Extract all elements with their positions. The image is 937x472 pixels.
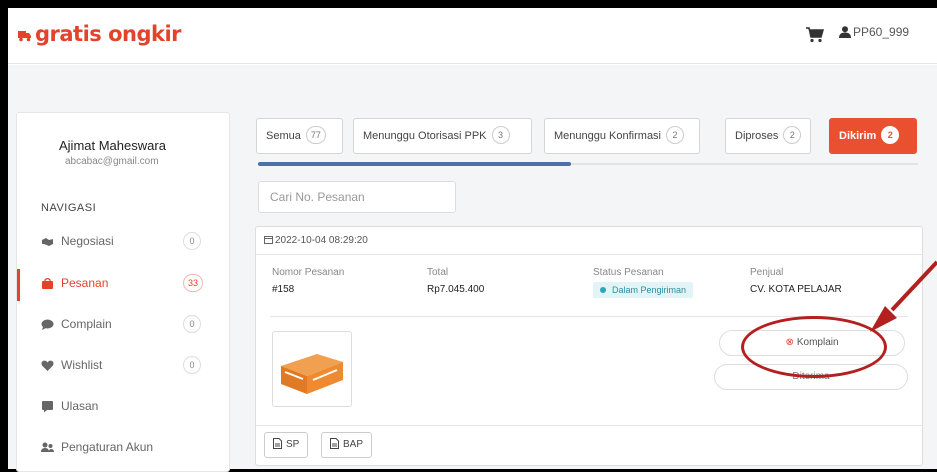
nav-title: NAVIGASI	[41, 202, 97, 214]
order-total-block: Total Rp7.045.400	[427, 267, 484, 295]
sidebar-item-label: Ulasan	[61, 399, 99, 413]
product-box-image	[281, 354, 343, 394]
bap-label: BAP	[343, 439, 364, 450]
order-status-block: Status Pesanan Dalam Pengiriman	[593, 267, 694, 298]
user-icon	[839, 26, 851, 38]
document-icon	[273, 438, 282, 449]
divider	[256, 425, 922, 426]
sidebar-item-label: Pengaturan Akun	[61, 440, 154, 454]
users-icon	[41, 442, 54, 452]
tab-label: Diproses	[735, 130, 779, 142]
divider	[270, 316, 908, 317]
sp-label: SP	[286, 439, 300, 450]
document-icon	[330, 438, 339, 449]
komplain-label: Komplain	[796, 337, 839, 348]
truck-icon	[18, 31, 31, 42]
seller-block: Penjual CV. KOTA PELAJAR	[750, 267, 842, 295]
tab-label: Menunggu Konfirmasi	[554, 130, 662, 142]
bag-icon	[42, 277, 53, 289]
tab-count: 77	[305, 126, 326, 144]
sidebar-item-pesanan[interactable]: Pesanan 33	[17, 265, 231, 305]
count-badge: 0	[183, 232, 201, 250]
username: PP60_999	[853, 25, 910, 39]
status-text: Dalam Pengiriman	[612, 285, 687, 295]
confirm-received-label: Diterima	[792, 371, 830, 382]
tab-label: Semua	[266, 130, 301, 142]
sidebar-item-wishlist[interactable]: Wishlist 0	[17, 347, 231, 387]
order-number: #158	[272, 284, 295, 295]
tab-count: 2	[783, 126, 802, 144]
close-circle-icon: ⊗	[785, 337, 794, 348]
tab-dikirim[interactable]: Dikirim 2	[829, 118, 917, 154]
seller-label: Penjual	[750, 267, 784, 278]
chat-icon	[41, 319, 54, 330]
status-badge: Dalam Pengiriman	[593, 282, 694, 298]
count-badge: 33	[183, 274, 204, 292]
bap-document-button[interactable]: BAP	[321, 432, 373, 458]
komplain-button[interactable]: ⊗ Komplain	[719, 330, 905, 356]
tab-diproses[interactable]: Diproses 2	[725, 118, 811, 154]
tab-count: 2	[881, 126, 900, 144]
count-badge: 0	[183, 315, 201, 333]
status-dot-icon	[600, 287, 606, 293]
cart-icon[interactable]	[806, 27, 824, 43]
product-thumbnail[interactable]	[272, 331, 352, 407]
sidebar-item-label: Wishlist	[61, 358, 103, 372]
confirm-received-button[interactable]: Diterima	[714, 364, 908, 390]
order-date-header: 2022-10-04 08:29:20	[256, 227, 922, 255]
tab-menunggu-otorisasi-ppk[interactable]: Menunggu Otorisasi PPK 3	[353, 118, 532, 154]
count-badge: 0	[183, 356, 201, 374]
order-card: 2022-10-04 08:29:20 Nomor Pesanan #158 T…	[255, 226, 923, 466]
sidebar-item-label: Complain	[61, 317, 112, 331]
order-status-label: Status Pesanan	[593, 267, 664, 278]
search-order-input[interactable]	[258, 181, 456, 213]
sidebar-item-complain[interactable]: Complain 0	[17, 306, 231, 346]
order-total-label: Total	[427, 267, 449, 278]
logo-text: gratis ongkir	[35, 22, 182, 46]
user-name: Ajimat Maheswara	[59, 138, 166, 153]
heart-icon	[41, 360, 54, 371]
review-icon	[42, 401, 53, 413]
sp-document-button[interactable]: SP	[264, 432, 309, 458]
logo[interactable]: gratis ongkir	[18, 22, 182, 46]
tab-label: Dikirim	[839, 130, 877, 142]
top-navbar: gratis ongkir PP60_999	[8, 8, 937, 64]
sidebar-item-ulasan[interactable]: Ulasan	[17, 388, 231, 428]
tab-count: 3	[491, 126, 510, 144]
user-menu[interactable]: PP60_999	[839, 25, 909, 39]
sidebar-item-negosiasi[interactable]: Negosiasi 0	[17, 223, 231, 263]
seller-name: CV. KOTA PELAJAR	[750, 284, 842, 295]
tab-label: Menunggu Otorisasi PPK	[363, 130, 487, 142]
order-number-label: Nomor Pesanan	[272, 267, 345, 278]
tab-semua[interactable]: Semua 77	[256, 118, 343, 154]
tab-indicator-track	[258, 162, 918, 166]
order-date: 2022-10-04 08:29:20	[275, 235, 368, 246]
handshake-icon	[42, 238, 53, 246]
order-total: Rp7.045.400	[427, 284, 485, 295]
order-number-block: Nomor Pesanan #158	[272, 267, 344, 295]
sidebar: Ajimat Maheswara abcabac@gmail.com NAVIG…	[16, 112, 230, 472]
tab-menunggu-konfirmasi[interactable]: Menunggu Konfirmasi 2	[544, 118, 700, 154]
sidebar-item-pengaturan-akun[interactable]: Pengaturan Akun	[17, 429, 231, 469]
user-email: abcabac@gmail.com	[65, 156, 159, 167]
tab-indicator	[258, 162, 571, 166]
calendar-icon	[264, 236, 273, 244]
tab-count: 2	[666, 126, 685, 144]
sidebar-item-label: Pesanan	[61, 276, 109, 290]
sidebar-item-label: Negosiasi	[61, 234, 114, 248]
